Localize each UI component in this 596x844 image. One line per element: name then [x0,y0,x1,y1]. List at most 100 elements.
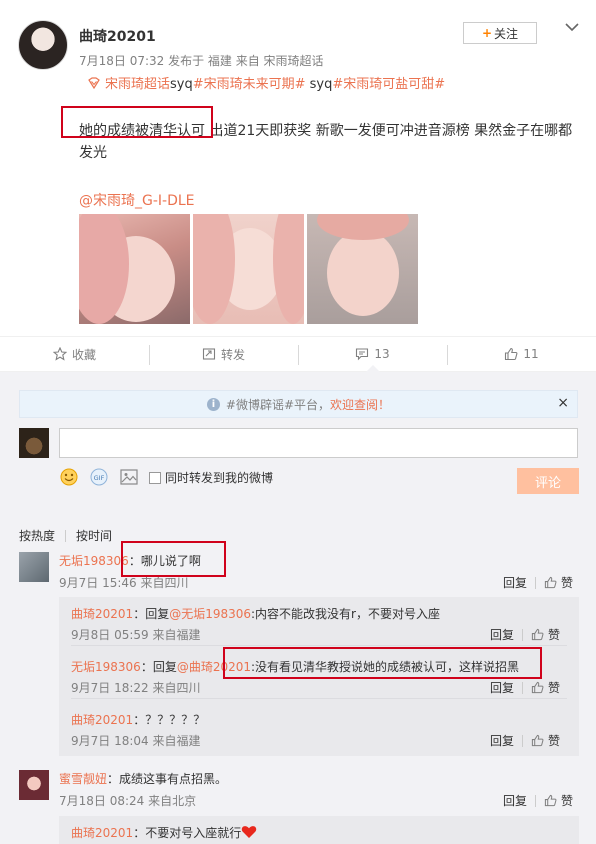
replier-name[interactable]: 曲琦20201 [71,826,133,840]
chevron-down-icon[interactable] [564,20,580,34]
reply-like-button[interactable]: 赞 [531,626,560,643]
favorite-label: 收藏 [71,347,96,362]
reply-time: 9月7日 18:22 来自四川 [71,681,201,695]
reply-time: 9月8日 05:59 来自福建 [71,628,201,642]
comment-like-button[interactable]: 赞 [544,792,573,809]
like-button[interactable]: 11 [447,337,596,371]
topic-text: syq [305,77,333,92]
image-icon[interactable] [119,467,139,487]
post-meta: 7月18日 07:32 发布于 福建 来自 宋雨琦超话 [79,54,324,68]
reply-like-button[interactable]: 赞 [531,679,560,696]
submit-comment-button[interactable]: 评论 [517,468,579,494]
reply-prefix: ：回复 [133,607,170,621]
repost-icon [202,348,216,360]
like-count: 11 [523,347,539,361]
reply-list: 曲琦20201：不要对号入座就行 [59,816,579,844]
reply-time: 9月7日 18:04 来自福建 [71,734,201,748]
gif-icon[interactable]: GIF [89,467,109,487]
reply-body: ？？？？？ [145,713,206,727]
thumbs-up-icon [544,576,557,589]
close-icon[interactable]: × [557,395,569,411]
comment-item: 蜜雪靓妞：成绩这事有点招黑。 7月18日 08:24 来自北京 回复 赞 [19,770,579,810]
comment-time: 7月18日 08:24 来自北京 [59,794,197,808]
thumbs-up-icon [531,628,544,641]
post-topics: 宋雨琦超话syq#宋雨琦未来可期# syq#宋雨琦可盐可甜# [88,73,445,92]
replier-name[interactable]: 曲琦20201 [71,713,133,727]
commenter-avatar[interactable] [19,552,49,582]
comment-icon [356,348,369,361]
author-avatar[interactable] [18,20,68,70]
comment-ops: 回复 赞 [503,792,573,809]
post-photo[interactable] [307,214,418,324]
super-topic-icon [88,77,100,89]
sync-label: 同时转发到我的微博 [165,470,274,485]
comment-like-button[interactable]: 赞 [544,574,573,591]
comment-item: 无垢198306：哪儿说了啊 9月7日 15:46 来自四川 回复 赞 [19,552,579,592]
sort-by-time[interactable]: 按时间 [76,527,112,544]
follow-button[interactable]: + 关注 [463,22,537,44]
comment-button[interactable]: 13 [298,337,447,372]
author-name[interactable]: 曲琦20201 [79,26,156,46]
reply-item: 曲琦20201：？？？？？ 9月7日 18:04 来自福建 回复 赞 [71,711,567,748]
commenter-name[interactable]: 蜜雪靓妞 [59,772,107,786]
reply-body: 不要对号入座就行 [145,826,242,840]
topic-link-future[interactable]: #宋雨琦未来可期# [193,77,306,92]
post-photo[interactable] [79,214,190,324]
notice-text: #微博辟谣#平台， [225,397,331,412]
mention-link[interactable]: @宋雨琦_G-I-DLE [79,190,195,210]
replier-name[interactable]: 无垢198306 [71,660,141,674]
svg-text:GIF: GIF [94,474,105,482]
topic-text: syq [170,77,193,92]
highlight-box [121,541,226,577]
follow-label: 关注 [494,26,519,41]
reply-like-button[interactable]: 赞 [531,732,560,749]
reply-button[interactable]: 回复 [490,626,514,643]
sync-checkbox[interactable] [149,471,161,484]
like-label: 赞 [548,734,561,748]
reply-button[interactable]: 回复 [490,679,514,696]
commenter-avatar[interactable] [19,770,49,800]
photo-grid [79,214,418,324]
reply-ops: 回复 赞 [490,732,560,749]
comment-sort-tabs: 按热度 按时间 [19,527,112,544]
comment-body: ：成绩这事有点招黑。 [107,772,228,786]
notice-link[interactable]: 欢迎查阅！ [330,396,390,413]
sort-by-hot[interactable]: 按热度 [19,527,55,544]
reply-button[interactable]: 回复 [503,574,527,591]
reply-prefix: ： [133,826,146,840]
divider [71,698,567,699]
highlight-box [61,106,213,138]
divider [535,576,537,589]
reply-button[interactable]: 回复 [503,792,527,809]
reply-text: 曲琦20201：不要对号入座就行 [71,824,567,841]
reply-button[interactable]: 回复 [490,732,514,749]
divider [535,794,537,807]
favorite-button[interactable]: 收藏 [0,337,149,371]
thumbs-up-icon [544,794,557,807]
reply-item: 曲琦20201：回复@无垢198306:内容不能改我没有r，不要对号入座 9月8… [71,605,567,642]
reply-ops: 回复 赞 [490,679,560,696]
comment-count: 13 [374,347,390,361]
post-photo[interactable] [193,214,304,324]
topic-link-super[interactable]: 宋雨琦超话 [105,77,170,92]
like-label: 赞 [561,794,574,808]
topic-link-sweet[interactable]: #宋雨琦可盐可甜# [332,77,445,92]
divider [522,734,524,747]
commenter-name[interactable]: 无垢198306 [59,554,129,568]
reply-target[interactable]: @无垢198306 [169,607,251,621]
rumor-notice-bar: i #微博辟谣#平台， 欢迎查阅！ × [19,390,578,418]
reply-prefix: ： [133,713,146,727]
info-icon: i [206,397,220,411]
comment-input[interactable] [59,428,578,458]
reply-prefix: ：回复 [140,660,177,674]
thumbs-up-icon [505,347,518,361]
divider [522,681,524,694]
emoji-icon[interactable] [59,467,79,487]
comment-ops: 回复 赞 [503,574,573,591]
heart-icon [242,826,257,838]
sync-repost-option[interactable]: 同时转发到我的微博 [149,469,273,486]
repost-label: 转发 [220,347,245,362]
current-user-avatar[interactable] [19,428,49,458]
replier-name[interactable]: 曲琦20201 [71,607,133,621]
repost-button[interactable]: 转发 [149,337,298,371]
